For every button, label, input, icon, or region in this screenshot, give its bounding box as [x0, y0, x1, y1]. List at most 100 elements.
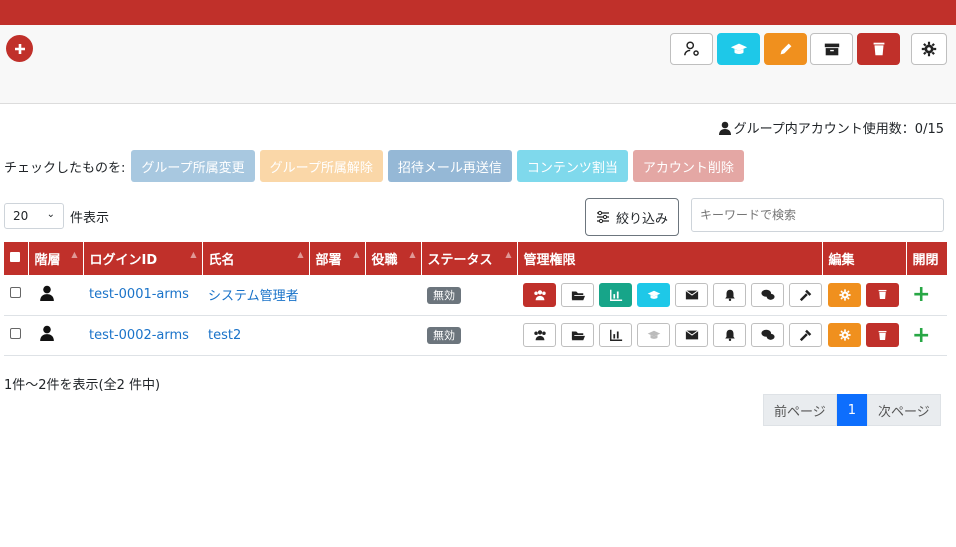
- row-status: 無効: [421, 275, 517, 315]
- course-button[interactable]: [717, 33, 760, 65]
- perm-course-button[interactable]: [637, 282, 670, 307]
- user-icon: [40, 325, 54, 341]
- row-settings-button[interactable]: [828, 323, 861, 347]
- row-select: [4, 275, 28, 315]
- perm-chat-button[interactable]: [751, 282, 784, 307]
- perm-chart-button[interactable]: [599, 282, 632, 307]
- pencil-icon: [780, 43, 791, 55]
- perm-chat-button[interactable]: [751, 323, 784, 347]
- perm-notify-button[interactable]: [713, 323, 746, 347]
- row-select: [4, 315, 28, 355]
- archive-icon: [824, 43, 839, 56]
- row-permissions: [517, 275, 822, 315]
- table-header: 階層 ▲ ログインID ▲ 氏名 ▲ 部署 ▲ 役職 ▲ ステータス ▲ 管理権限 編集 開…: [4, 242, 947, 275]
- gear-icon: [838, 289, 851, 301]
- row-checkbox[interactable]: [10, 327, 21, 339]
- row-name: システム管理者: [202, 275, 309, 315]
- users-icon: [533, 289, 546, 300]
- table-row: test-0002-arms test2 無効 +: [4, 315, 947, 355]
- pagination: 前ページ 1 次ページ: [763, 394, 941, 426]
- comments-icon: [760, 329, 775, 340]
- header-status-label: ステータス: [427, 253, 493, 268]
- expand-plus-icon[interactable]: +: [912, 323, 930, 348]
- prev-page-button[interactable]: 前ページ: [763, 394, 837, 426]
- perm-tools-button[interactable]: [789, 323, 822, 347]
- per-page-suffix: 件表示: [70, 210, 110, 226]
- user-icon: [40, 285, 54, 301]
- row-toggle: +: [906, 275, 947, 315]
- per-page: 20 ⌄ 件表示: [4, 203, 109, 229]
- row-delete-button[interactable]: [866, 282, 899, 307]
- header-role[interactable]: 役職 ▲: [365, 242, 422, 275]
- perm-chart-button[interactable]: [599, 323, 632, 347]
- bell-icon: [724, 289, 735, 301]
- header-dept[interactable]: 部署 ▲: [309, 242, 366, 275]
- row-delete-button[interactable]: [866, 323, 899, 347]
- user-settings-button[interactable]: [670, 33, 713, 65]
- perm-mail-button[interactable]: [675, 323, 708, 347]
- remove-group-button[interactable]: グループ所属解除: [259, 150, 383, 182]
- sort-icon: ▲: [353, 250, 360, 259]
- status-badge: 無効: [427, 327, 461, 344]
- assign-content-button[interactable]: コンテンツ割当: [516, 150, 628, 182]
- search-input[interactable]: [691, 198, 944, 232]
- row-level: [28, 315, 83, 355]
- resend-invite-button[interactable]: 招待メール再送信: [387, 150, 512, 182]
- add-user-button[interactable]: [6, 35, 33, 62]
- change-group-button[interactable]: グループ所属変更: [131, 150, 255, 182]
- header-select-all[interactable]: [4, 242, 29, 275]
- row-login: test-0001-arms: [83, 275, 202, 315]
- folder-open-icon: [571, 331, 585, 341]
- row-login: test-0002-arms: [83, 315, 202, 355]
- expand-plus-icon[interactable]: +: [912, 282, 930, 307]
- page-1-button[interactable]: 1: [836, 394, 868, 426]
- header-role-label: 役職: [371, 253, 398, 268]
- folder-open-icon: [571, 291, 585, 300]
- header-level[interactable]: 階層 ▲: [28, 242, 84, 275]
- perm-notify-button[interactable]: [713, 282, 746, 307]
- filter-button[interactable]: 絞り込み: [585, 198, 679, 236]
- login-link[interactable]: test-0002-arms: [89, 328, 189, 343]
- chart-icon: [609, 329, 622, 341]
- name-link[interactable]: test2: [208, 328, 241, 343]
- perm-tools-button[interactable]: [789, 282, 822, 307]
- chart-icon: [609, 289, 622, 301]
- header-login[interactable]: ログインID ▲: [83, 242, 203, 275]
- next-page-button[interactable]: 次ページ: [867, 394, 941, 426]
- graduation-cap-icon: [730, 43, 747, 54]
- result-summary: 1件～2件を表示(全2 件中): [4, 378, 161, 393]
- name-link[interactable]: システム管理者: [208, 289, 299, 304]
- perm-mail-button[interactable]: [675, 282, 708, 307]
- delete-button[interactable]: [857, 33, 900, 65]
- delete-account-button[interactable]: アカウント削除: [632, 150, 744, 182]
- row-edit: [822, 275, 906, 315]
- trash-icon: [873, 42, 884, 56]
- sort-icon: ▲: [297, 250, 304, 259]
- row-toggle: +: [906, 315, 947, 355]
- per-page-value: 20: [13, 209, 29, 223]
- perm-course-button[interactable]: [637, 323, 670, 347]
- row-settings-button[interactable]: [828, 282, 861, 307]
- gear-icon: [838, 329, 851, 341]
- perm-folder-button[interactable]: [561, 282, 594, 307]
- login-link[interactable]: test-0001-arms: [89, 287, 189, 302]
- perm-folder-button[interactable]: [561, 323, 594, 347]
- edit-button[interactable]: [764, 33, 807, 65]
- header-status[interactable]: ステータス ▲: [421, 242, 518, 275]
- settings-button[interactable]: [911, 33, 947, 65]
- perm-users-button[interactable]: [523, 282, 556, 307]
- per-page-select[interactable]: 20 ⌄: [4, 203, 64, 229]
- bell-icon: [724, 329, 735, 342]
- top-bar: [0, 0, 956, 25]
- header-name[interactable]: 氏名 ▲: [202, 242, 310, 275]
- select-all-checkbox[interactable]: [10, 252, 20, 262]
- perm-users-button[interactable]: [523, 323, 556, 347]
- row-checkbox[interactable]: [10, 287, 21, 299]
- row-dept: [309, 275, 365, 315]
- account-usage: グループ内アカウント使用数：0/15: [718, 118, 944, 137]
- comments-icon: [760, 289, 775, 300]
- row-role: [365, 275, 421, 315]
- row-permissions: [517, 315, 822, 355]
- archive-button[interactable]: [810, 33, 853, 65]
- row-dept: [309, 315, 365, 355]
